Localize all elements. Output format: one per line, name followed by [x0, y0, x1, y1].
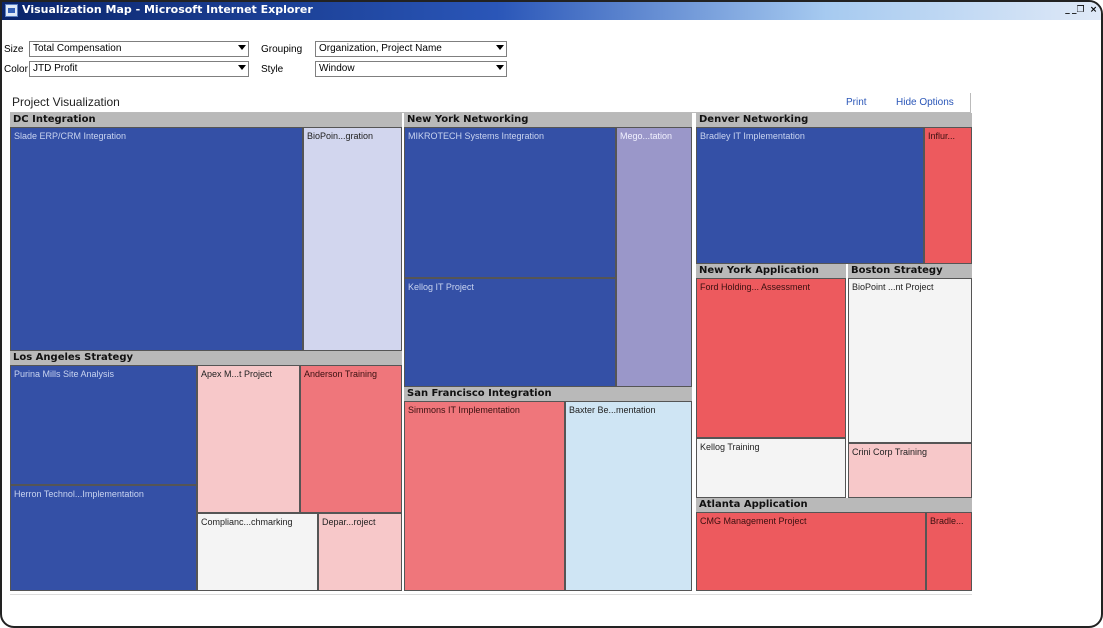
- style-label: Style: [261, 64, 284, 75]
- treemap-cell-label: MIKROTECH Systems Integration: [408, 131, 545, 141]
- size-select[interactable]: Total Compensation: [29, 41, 249, 57]
- treemap-cell-label: Kellog Training: [700, 442, 760, 452]
- grouping-label: Grouping: [261, 44, 303, 55]
- treemap-cell[interactable]: CMG Management Project: [696, 512, 926, 591]
- color-label: Color: [4, 64, 28, 75]
- treemap-cell-label: Complianc...chmarking: [201, 517, 293, 527]
- treemap-cell-label: Herron Technol...Implementation: [14, 489, 144, 499]
- chevron-down-icon: [496, 65, 504, 70]
- treemap-cell[interactable]: Influr...: [924, 127, 972, 264]
- treemap-cell[interactable]: BioPoint ...nt Project: [848, 278, 972, 443]
- panel-title: Project Visualization: [12, 95, 120, 109]
- treemap-cell-label: Apex M...t Project: [201, 369, 273, 379]
- treemap-cell[interactable]: Mego...tation: [616, 127, 692, 387]
- panel-footer: [10, 594, 972, 625]
- title-bar[interactable]: Visualization Map - Microsoft Internet E…: [2, 2, 1101, 20]
- treemap-cell-label: Simmons IT Implementation: [408, 405, 520, 415]
- treemap-cell-label: Depar...roject: [322, 517, 376, 527]
- treemap-group-header[interactable]: Los Angeles Strategy: [10, 351, 402, 365]
- chevron-down-icon: [496, 45, 504, 50]
- treemap-cell-label: Purina Mills Site Analysis: [14, 369, 115, 379]
- treemap-cell[interactable]: Complianc...chmarking: [197, 513, 318, 591]
- treemap-cell-label: Mego...tation: [620, 131, 673, 141]
- treemap-group-header[interactable]: San Francisco Integration: [404, 387, 692, 401]
- window-controls: _ ̲❐ ×: [1062, 4, 1099, 16]
- treemap-cell[interactable]: Baxter Be...mentation: [565, 401, 692, 591]
- maximize-button[interactable]: ̲❐: [1075, 4, 1086, 16]
- close-button[interactable]: ×: [1088, 4, 1099, 16]
- treemap-group-header[interactable]: New York Networking: [404, 113, 692, 127]
- size-select-value: Total Compensation: [33, 43, 122, 54]
- hide-options-link[interactable]: Hide Options: [896, 97, 954, 108]
- treemap-cell[interactable]: Bradley IT Implementation: [696, 127, 924, 264]
- treemap-cell-label: CMG Management Project: [700, 516, 807, 526]
- treemap-cell[interactable]: Purina Mills Site Analysis: [10, 365, 197, 485]
- treemap-group-header[interactable]: New York Application: [696, 264, 846, 278]
- treemap-cell-label: Influr...: [928, 131, 956, 141]
- style-select[interactable]: Window: [315, 61, 507, 77]
- treemap-cell[interactable]: Kellog IT Project: [404, 278, 616, 387]
- treemap-group-header[interactable]: Denver Networking: [696, 113, 972, 127]
- treemap-cell[interactable]: BioPoin...gration: [303, 127, 402, 351]
- treemap-cell[interactable]: Crini Corp Training: [848, 443, 972, 498]
- color-select-value: JTD Profit: [33, 63, 78, 74]
- chevron-down-icon: [238, 45, 246, 50]
- treemap-cell-label: Baxter Be...mentation: [569, 405, 656, 415]
- treemap-cell-label: Bradle...: [930, 516, 964, 526]
- grouping-select-value: Organization, Project Name: [319, 43, 442, 54]
- treemap-visualization: DC Integration New York Networking Denver …: [10, 113, 972, 593]
- treemap-cell-label: Kellog IT Project: [408, 282, 474, 292]
- grouping-select[interactable]: Organization, Project Name: [315, 41, 507, 57]
- treemap-cell-label: Slade ERP/CRM Integration: [14, 131, 127, 141]
- treemap-cell[interactable]: Slade ERP/CRM Integration: [10, 127, 303, 351]
- color-select[interactable]: JTD Profit: [29, 61, 249, 77]
- treemap-cell[interactable]: Ford Holding... Assessment: [696, 278, 846, 438]
- treemap-cell-label: Crini Corp Training: [852, 447, 928, 457]
- treemap-cell[interactable]: Herron Technol...Implementation: [10, 485, 197, 591]
- browser-window: Visualization Map - Microsoft Internet E…: [0, 0, 1103, 628]
- treemap-cell-label: BioPoin...gration: [307, 131, 374, 141]
- treemap-group-header[interactable]: DC Integration: [10, 113, 402, 127]
- options-row-size: Size Total Compensation Grouping Organiz…: [2, 40, 1101, 59]
- size-label: Size: [4, 44, 24, 55]
- chevron-down-icon: [238, 65, 246, 70]
- internet-explorer-icon: [5, 4, 18, 17]
- treemap-group-header[interactable]: Atlanta Application: [696, 498, 972, 512]
- treemap-cell-label: Bradley IT Implementation: [700, 131, 805, 141]
- treemap-cell[interactable]: Kellog Training: [696, 438, 846, 498]
- treemap-cell[interactable]: Simmons IT Implementation: [404, 401, 565, 591]
- window-title: Visualization Map - Microsoft Internet E…: [22, 3, 313, 16]
- treemap-cell[interactable]: Bradle...: [926, 512, 972, 591]
- minimize-button[interactable]: _: [1062, 4, 1073, 16]
- treemap-cell[interactable]: Apex M...t Project: [197, 365, 300, 513]
- treemap-cell-label: BioPoint ...nt Project: [852, 282, 934, 292]
- treemap-cell-label: Anderson Training: [304, 369, 378, 379]
- treemap-cell-label: Ford Holding... Assessment: [700, 282, 811, 292]
- treemap-cell[interactable]: Anderson Training: [300, 365, 402, 513]
- treemap-group-header[interactable]: Boston Strategy: [848, 264, 972, 278]
- style-select-value: Window: [319, 63, 355, 74]
- treemap-cell[interactable]: Depar...roject: [318, 513, 402, 591]
- print-link[interactable]: Print: [846, 97, 867, 108]
- visualization-panel-header: Project Visualization Print Hide Options: [10, 93, 971, 113]
- treemap-cell[interactable]: MIKROTECH Systems Integration: [404, 127, 616, 278]
- options-row-color: Color JTD Profit Style Window: [2, 60, 1101, 79]
